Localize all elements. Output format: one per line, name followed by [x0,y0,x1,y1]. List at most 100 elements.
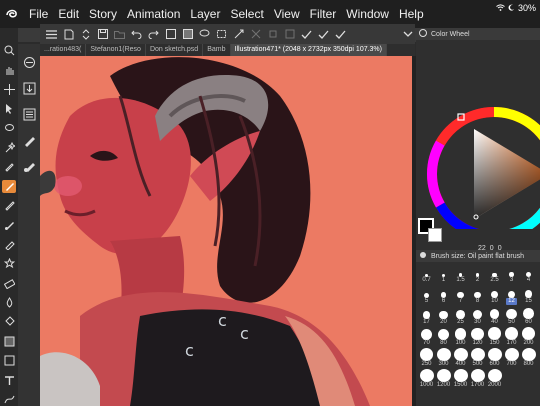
brush-size-label: 300 [438,361,449,367]
brush-size-option[interactable]: 50 [503,306,520,326]
brush-size-option[interactable]: 300 [435,348,452,368]
fill-bucket-icon[interactable] [2,315,16,328]
brush-size-option[interactable]: 20 [435,306,452,326]
check-icon[interactable] [299,27,314,42]
undo-icon[interactable] [129,27,144,42]
brush-size-option[interactable]: 5 [418,285,435,305]
new-file-icon[interactable] [61,27,76,42]
brush-size-label: 12 [506,298,517,305]
transform-icon[interactable] [214,27,229,42]
brush-size-option[interactable]: 700 [503,348,520,368]
pen-icon[interactable] [2,179,16,193]
deselect-icon[interactable] [248,27,263,42]
pen-subtool-icon[interactable] [21,132,37,148]
brush-size-option[interactable]: 17 [418,306,435,326]
brush-size-option[interactable]: 7 [452,285,469,305]
airbrush-icon[interactable] [2,238,16,251]
brush-size-preview-icon [507,290,516,298]
brush-size-option[interactable]: 40 [486,306,503,326]
color-wheel[interactable] [416,84,540,229]
lasso-icon[interactable] [197,27,212,42]
collapse-command-bar-icon[interactable] [400,27,415,42]
brush-size-option[interactable]: 500 [469,348,486,368]
auto-select-icon[interactable] [2,141,16,154]
download-icon[interactable] [21,80,37,96]
brush-size-option[interactable]: 1.5 [452,264,469,284]
brush-size-option[interactable]: 0.7 [418,264,435,284]
correct-line-icon[interactable] [2,393,16,406]
brush-size-option[interactable]: 1000 [418,369,435,389]
brush-size-panel-header[interactable]: Brush size: Oil paint flat brush [416,250,540,262]
layer-settings-icon[interactable] [21,54,37,70]
brush-size-option[interactable]: 30 [469,306,486,326]
brush-size-option[interactable]: 200 [520,327,537,347]
tab-illustration483[interactable]: ...ration483( [40,44,87,56]
drawing-canvas[interactable]: c c c [40,56,412,406]
text-icon[interactable] [2,373,16,386]
brush-size-option[interactable]: 60 [520,306,537,326]
brush-size-option[interactable]: 120 [469,327,486,347]
brush-size-option[interactable]: 150 [486,327,503,347]
crop-icon[interactable] [265,27,280,42]
decoration-icon[interactable] [2,257,16,270]
folder-icon[interactable] [112,27,127,42]
check-alt-icon[interactable] [316,27,331,42]
brush-size-preview-icon [488,327,501,340]
chevron-up-down-icon[interactable] [78,27,93,42]
brush-size-option[interactable]: 400 [452,348,469,368]
tab-bamb[interactable]: Bamb [203,44,231,56]
brush-size-option[interactable]: 2000 [486,369,503,389]
figure-icon[interactable] [2,354,16,367]
brush-size-option[interactable]: 1200 [435,369,452,389]
brush-size-option[interactable]: 1 [435,264,452,284]
gradient-icon[interactable] [2,335,16,348]
brush-size-option[interactable]: 6 [435,285,452,305]
hand-icon[interactable] [2,63,16,76]
brush-size-option[interactable]: 15 [520,285,537,305]
zoom-icon[interactable] [2,44,16,57]
brush-size-option[interactable]: 1700 [469,369,486,389]
redo-icon[interactable] [146,27,161,42]
brush-size-option[interactable]: 12 [503,285,520,305]
brush-size-option[interactable]: 100 [452,327,469,347]
brush-size-label: 15 [525,298,532,304]
app-logo-icon[interactable] [0,0,24,28]
eyedropper-icon[interactable] [2,160,16,173]
sub-color-swatch[interactable] [428,228,442,242]
brush-size-option[interactable]: 800 [520,348,537,368]
hamburger-menu-icon[interactable] [44,27,59,42]
brush-size-option[interactable]: 4 [520,264,537,284]
brush-size-option[interactable]: 25 [452,306,469,326]
move-layer-icon[interactable] [2,83,16,96]
brush-size-option[interactable]: 8 [469,285,486,305]
brush-size-option[interactable]: 2.5 [486,264,503,284]
eraser-icon[interactable] [2,277,16,290]
tab-illustration471[interactable]: Illustration471* (2048 x 2732px 350dpi 1… [230,44,387,56]
fill-icon[interactable] [180,27,195,42]
brush-subtool-icon[interactable] [21,158,37,174]
brush-size-option[interactable]: 170 [503,327,520,347]
list-icon[interactable] [21,106,37,122]
tab-don-sketch[interactable]: Don sketch.psd [146,44,204,56]
brush-size-option[interactable]: 600 [486,348,503,368]
brush-size-option[interactable]: 80 [435,327,452,347]
invert-icon[interactable] [282,27,297,42]
brush-icon[interactable] [2,218,16,231]
brush-size-label: 600 [489,361,500,367]
brush-size-option[interactable]: 3 [503,264,520,284]
clear-layer-icon[interactable] [163,27,178,42]
scale-icon[interactable] [231,27,246,42]
save-icon[interactable] [95,27,110,42]
pencil-icon[interactable] [2,199,16,212]
brush-size-option[interactable]: 2 [469,264,486,284]
brush-size-option[interactable]: 70 [418,327,435,347]
blend-icon[interactable] [2,296,16,309]
brush-size-option[interactable]: 1500 [452,369,469,389]
operation-icon[interactable] [2,102,16,115]
brush-size-option[interactable]: 250 [418,348,435,368]
lasso-select-icon[interactable] [2,122,16,135]
color-wheel-panel-header[interactable]: Color Wheel [416,28,540,40]
tab-stefanon[interactable]: Stefanon1(Reso [86,44,146,56]
brush-size-option[interactable]: 10 [486,285,503,305]
check-third-icon[interactable] [333,27,348,42]
